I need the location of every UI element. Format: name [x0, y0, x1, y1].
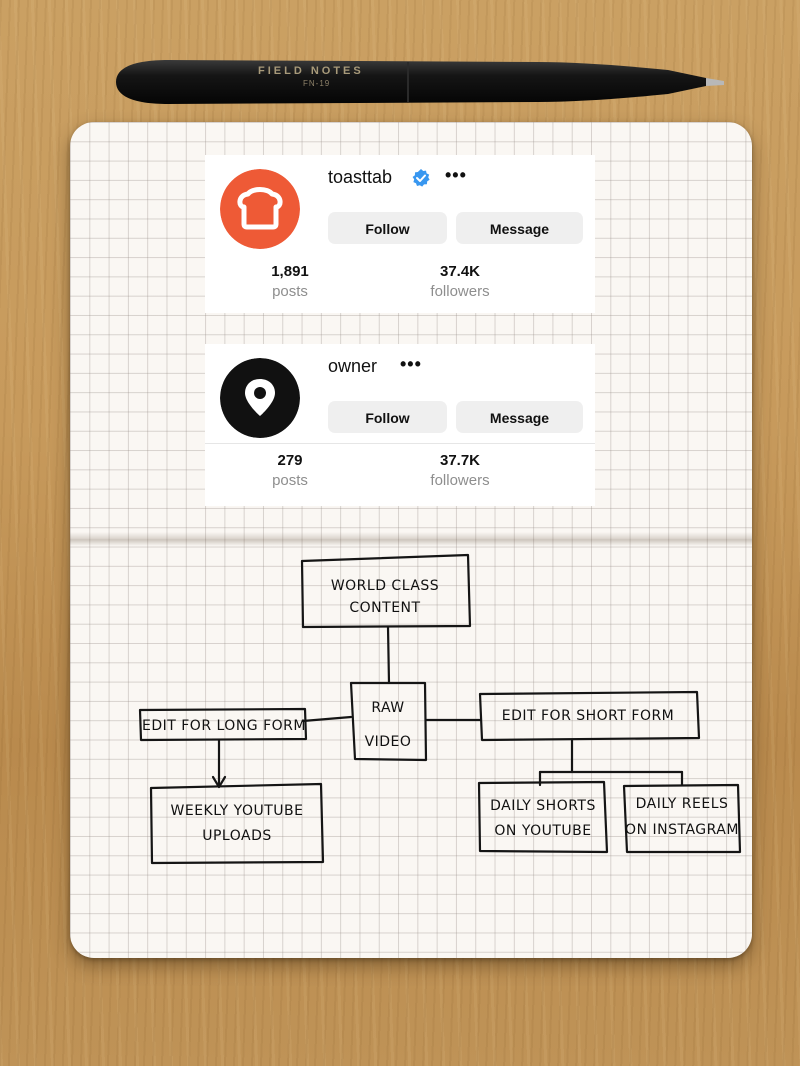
- posts-stat: 279 posts: [255, 452, 325, 489]
- more-options-icon[interactable]: •••: [400, 354, 422, 375]
- message-button[interactable]: Message: [456, 212, 583, 244]
- pen-model-text: FN-19: [303, 79, 330, 88]
- posts-label: posts: [272, 472, 308, 489]
- followers-count: 37.7K: [439, 452, 481, 469]
- posts-label: posts: [272, 283, 308, 300]
- owner-logo-avatar[interactable]: [220, 358, 300, 438]
- divider: [205, 443, 595, 444]
- posts-stat: 1,891 posts: [255, 263, 325, 300]
- username[interactable]: owner: [328, 356, 377, 377]
- profile-card-owner: owner ••• Follow Message 279 posts 37.7K…: [205, 344, 595, 506]
- posts-count: 279: [277, 452, 303, 469]
- follow-button[interactable]: Follow: [328, 401, 447, 433]
- toast-logo-avatar[interactable]: [220, 169, 300, 249]
- notebook-spine: [70, 532, 752, 546]
- profile-card-toasttab: toasttab ••• Follow Message 1,891 posts …: [205, 155, 595, 313]
- followers-stat[interactable]: 37.4K followers: [415, 263, 505, 300]
- followers-stat[interactable]: 37.7K followers: [415, 452, 505, 489]
- pen: FIELD NOTES FN-19: [116, 60, 724, 104]
- verified-badge-icon: [412, 169, 430, 187]
- followers-label: followers: [430, 472, 490, 489]
- pen-brand-text: FIELD NOTES: [258, 65, 364, 77]
- more-options-icon[interactable]: •••: [445, 165, 467, 186]
- message-button[interactable]: Message: [456, 401, 583, 433]
- followers-label: followers: [430, 283, 490, 300]
- follow-button[interactable]: Follow: [328, 212, 447, 244]
- username[interactable]: toasttab: [328, 167, 392, 188]
- followers-count: 37.4K: [439, 263, 481, 280]
- posts-count: 1,891: [271, 263, 309, 280]
